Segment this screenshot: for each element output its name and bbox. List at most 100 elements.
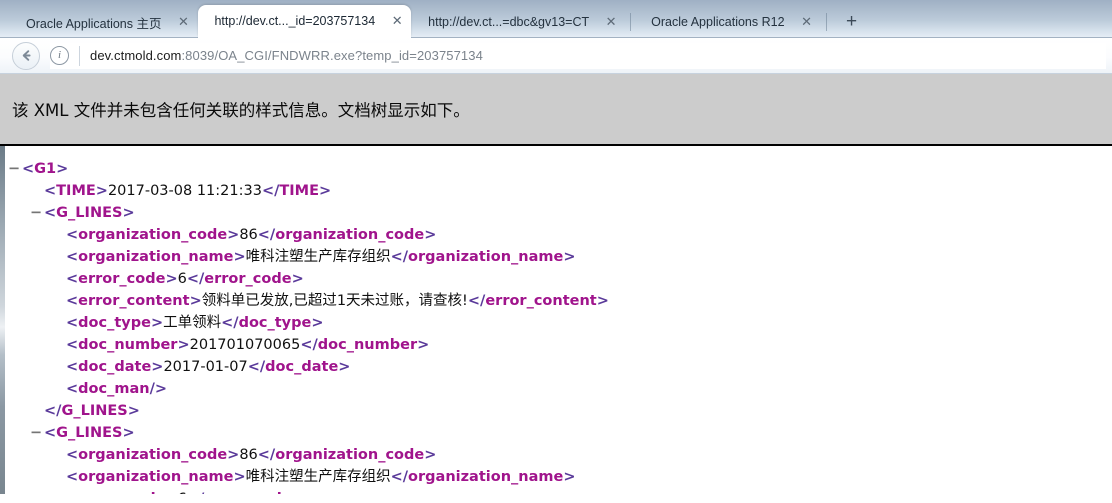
xml-notice-message: 该 XML 文件并未包含任何关联的样式信息。文档树显示如下。: [12, 101, 470, 120]
browser-tab-active[interactable]: http://dev.ct..._id=203757134 ✕: [198, 5, 412, 38]
xml-tag-name: error_code: [78, 271, 166, 287]
address-path: :8039/OA_CGI/FNDWRR.exe?temp_id=20375713…: [181, 48, 483, 63]
xml-tag-name: organization_code: [78, 227, 228, 243]
xml-tree-line: </G_LINES>: [8, 400, 1112, 422]
xml-bracket: </: [44, 403, 62, 419]
tab-title: Oracle Applications 主页: [26, 16, 162, 31]
new-tab-button[interactable]: +: [837, 8, 867, 34]
xml-bracket: >: [311, 315, 324, 331]
xml-tree-line: <organization_code>86</organization_code…: [8, 224, 1112, 246]
xml-tree-line: − <G1>: [8, 158, 1112, 180]
xml-tag-name: G_LINES: [61, 403, 128, 419]
browser-tab[interactable]: http://dev.ct...=dbc&gv13=CT ✕: [412, 7, 625, 37]
xml-tree-line: <error_code>6</error_code>: [8, 488, 1112, 494]
xml-tag-name: doc_date: [265, 359, 339, 375]
xml-tree-line: <doc_man/>: [8, 378, 1112, 400]
xml-bracket: >: [596, 293, 609, 309]
xml-bracket: >: [233, 469, 246, 485]
xml-bracket: <: [66, 381, 79, 397]
xml-bracket: >: [151, 359, 164, 375]
xml-bracket: </: [247, 359, 266, 375]
xml-bracket: >: [127, 403, 140, 419]
xml-bracket: <: [44, 205, 57, 221]
xml-bracket: </: [390, 249, 409, 265]
xml-text-value: 86: [239, 447, 258, 463]
xml-tree-line: − <G_LINES>: [8, 202, 1112, 224]
xml-tag-name: organization_code: [78, 447, 228, 463]
xml-bracket: >: [292, 491, 304, 494]
tab-divider: [630, 13, 632, 31]
browser-window: Oracle Applications 主页 ✕ http://dev.ct..._…: [0, 0, 1112, 503]
xml-bracket: >: [189, 293, 202, 309]
xml-text-value: 6: [178, 491, 187, 494]
xml-text-value: 2017-01-07: [163, 359, 248, 375]
xml-bracket: <: [66, 293, 79, 309]
xml-document-tree: − <G1> <TIME>2017-03-08 11:21:33</TIME> − <G…: [0, 158, 1112, 494]
xml-bracket: >: [122, 425, 135, 441]
xml-text-value: 6: [177, 271, 187, 287]
xml-bracket: >: [424, 227, 437, 243]
xml-text-value: 工单领料: [163, 315, 222, 331]
collapse-toggle-icon[interactable]: −: [30, 202, 42, 224]
xml-tag-name: error_content: [78, 293, 190, 309]
close-icon[interactable]: ✕: [603, 14, 619, 30]
xml-tag-name: organization_name: [78, 469, 234, 485]
xml-tag-name: TIME: [56, 183, 96, 199]
xml-tag-name: organization_code: [275, 227, 425, 243]
address-url-text: dev.ctmold.com:8039/OA_CGI/FNDWRR.exe?te…: [90, 48, 483, 63]
xml-tag-name: doc_number: [317, 337, 418, 353]
xml-bracket: <: [66, 337, 79, 353]
xml-tag-name: organization_name: [408, 469, 564, 485]
xml-bracket: <: [66, 315, 79, 331]
xml-tree-line: <TIME>2017-03-08 11:21:33</TIME>: [8, 180, 1112, 202]
tab-strip: Oracle Applications 主页 ✕ http://dev.ct..._…: [0, 0, 1112, 38]
xml-tree-line: <error_content>领料单已发放,已超过1天未过账，请查核!</err…: [8, 290, 1112, 312]
xml-bracket: >: [177, 337, 190, 353]
navigation-toolbar: i dev.ctmold.com:8039/OA_CGI/FNDWRR.exe?…: [0, 38, 1112, 74]
address-bar[interactable]: i dev.ctmold.com:8039/OA_CGI/FNDWRR.exe?…: [50, 42, 1106, 69]
xml-bracket: <: [66, 227, 79, 243]
tab-title: Oracle Applications R12: [651, 15, 785, 29]
xml-text-value: 唯科注塑生产库存组织: [245, 249, 391, 265]
xml-tag-name: G1: [34, 161, 57, 177]
xml-bracket: >: [424, 447, 437, 463]
xml-bracket: </: [221, 315, 239, 331]
browser-tab[interactable]: Oracle Applications 主页 ✕: [10, 7, 197, 37]
xml-bracket: </: [300, 337, 318, 353]
xml-bracket: <: [66, 447, 79, 463]
xml-bracket: >: [165, 271, 178, 287]
close-icon[interactable]: ✕: [175, 14, 191, 30]
close-icon[interactable]: ✕: [389, 13, 405, 29]
address-divider: [79, 45, 80, 66]
collapse-toggle-icon[interactable]: −: [8, 158, 20, 180]
collapse-toggle-icon[interactable]: −: [30, 422, 42, 444]
xml-bracket: <: [22, 161, 35, 177]
xml-bracket: >: [417, 337, 430, 353]
tab-title: http://dev.ct...=dbc&gv13=CT: [428, 15, 590, 29]
xml-bracket: >: [227, 447, 240, 463]
xml-tree-line: <doc_date>2017-01-07</doc_date>: [8, 356, 1112, 378]
xml-bracket: </: [187, 491, 204, 494]
xml-bracket: <: [66, 271, 79, 287]
xml-bracket: >: [165, 491, 177, 494]
address-host: dev.ctmold.com: [90, 48, 182, 63]
xml-tag-name: G_LINES: [56, 425, 123, 441]
xml-bracket: </: [261, 183, 280, 199]
left-scroll-rail[interactable]: [0, 146, 5, 494]
info-circle-icon[interactable]: i: [50, 46, 69, 65]
xml-bracket: <: [44, 425, 57, 441]
xml-bracket: </: [257, 447, 276, 463]
xml-bracket: <: [66, 491, 78, 494]
xml-bracket: >: [563, 249, 576, 265]
xml-tag-name: doc_date: [78, 359, 152, 375]
xml-text-value: 86: [239, 227, 258, 243]
close-icon[interactable]: ✕: [799, 14, 815, 30]
xml-tree-line: <organization_name>唯科注塑生产库存组织</organizat…: [8, 246, 1112, 268]
back-arrow-icon[interactable]: [12, 41, 40, 70]
xml-tag-name: TIME: [279, 183, 320, 199]
browser-tab[interactable]: Oracle Applications R12 ✕: [635, 7, 820, 37]
xml-tree-line: <organization_code>86</organization_code…: [8, 444, 1112, 466]
xml-tree-line: <doc_number>201701070065</doc_number>: [8, 334, 1112, 356]
xml-bracket: >: [291, 271, 304, 287]
xml-bracket: >: [56, 161, 69, 177]
